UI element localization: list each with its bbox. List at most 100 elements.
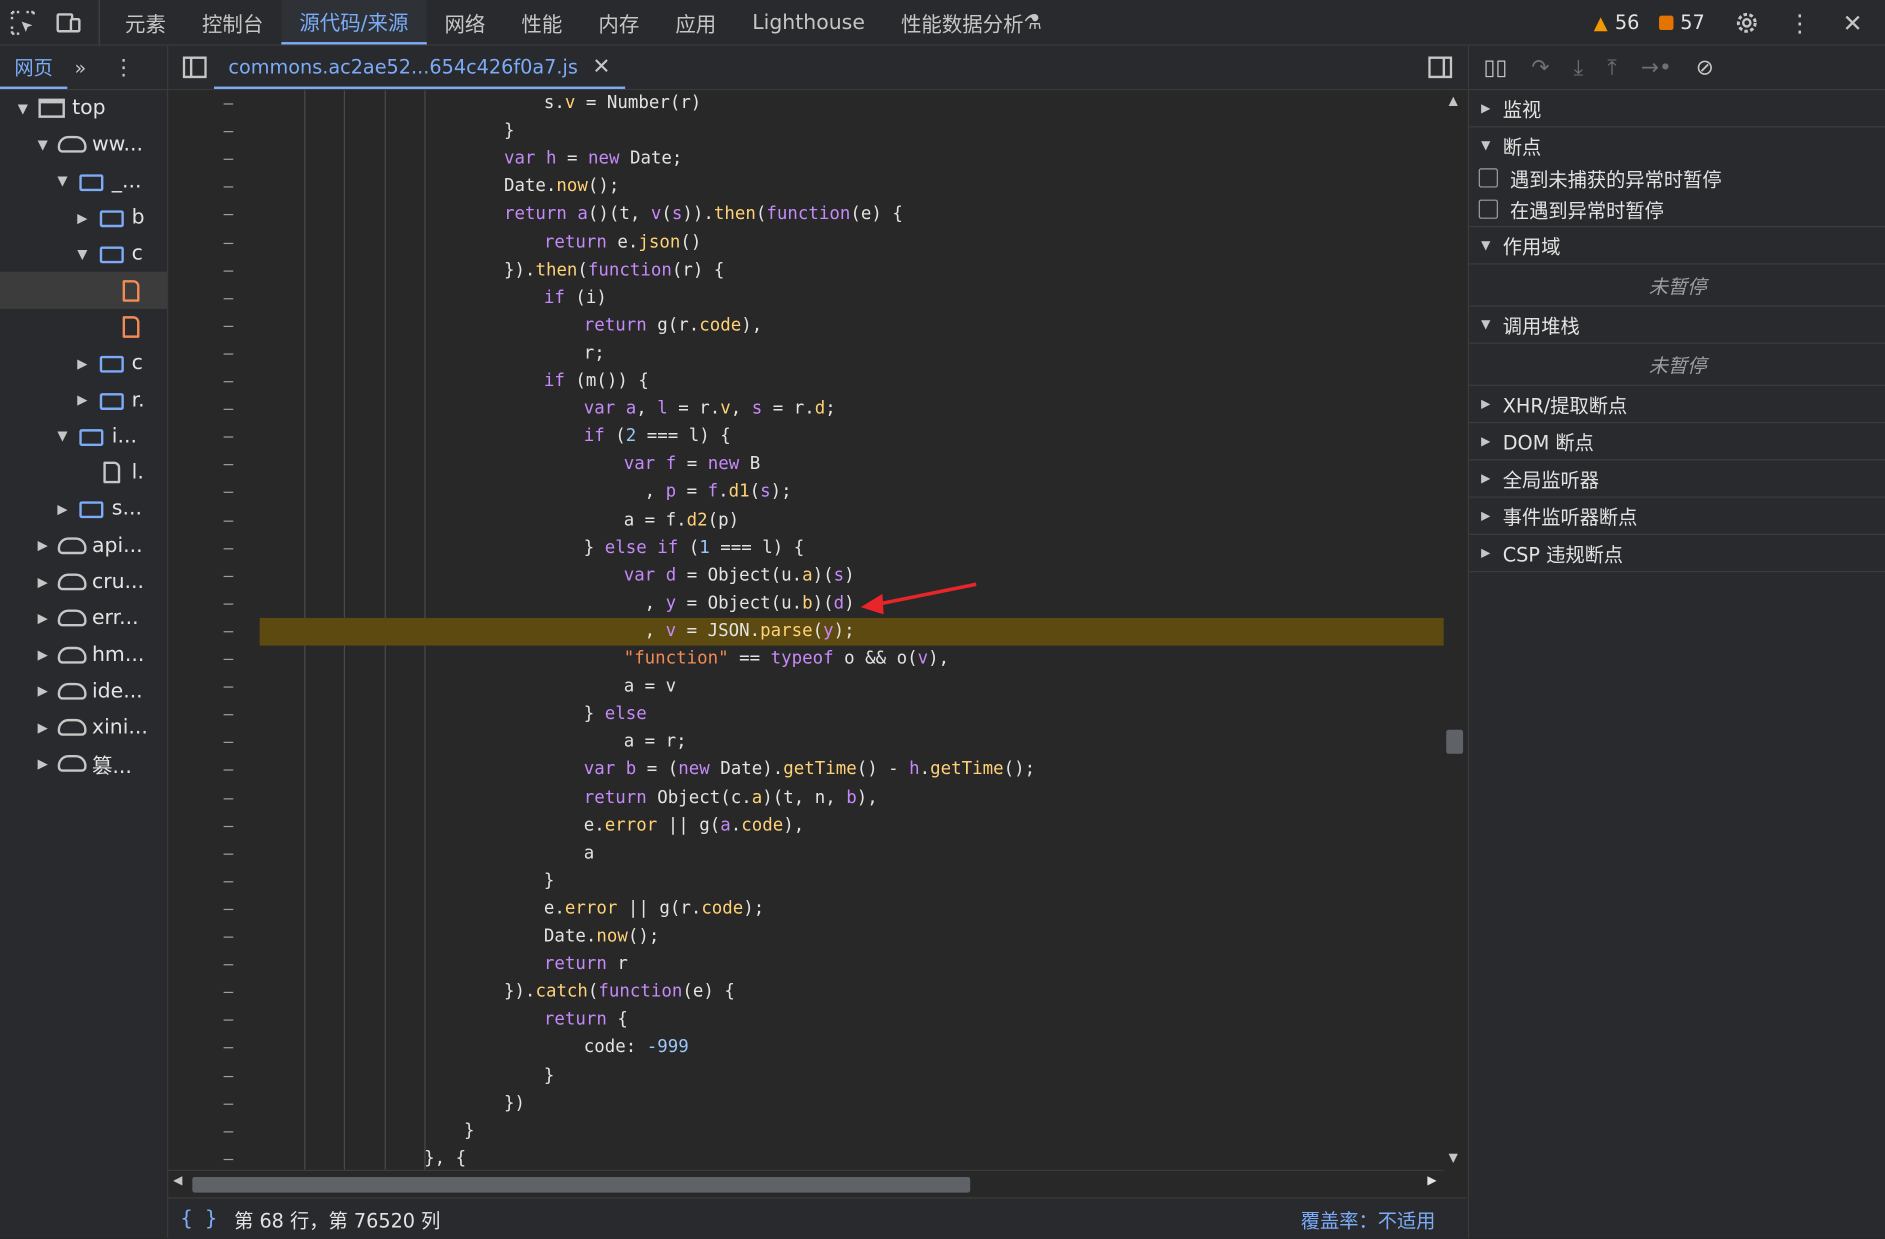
code-line[interactable]: }).catch(function(e) { [504, 979, 1444, 1007]
expanded-triangle-icon[interactable]: ▼ [14, 101, 31, 117]
code-line[interactable]: var b = (new Date).getTime() - h.getTime… [584, 757, 1444, 785]
collapsed-triangle-icon[interactable]: ▶ [34, 610, 51, 626]
code-line[interactable]: } [544, 868, 1444, 896]
tree-item[interactable]: ▼ top [0, 90, 167, 126]
tree-item[interactable]: ▼ c [0, 236, 167, 272]
code-line[interactable]: a = v [624, 673, 1444, 701]
code-line[interactable]: } [544, 1062, 1444, 1090]
section-csp-breakpoints[interactable]: ▶ CSP 违规断点 [1469, 535, 1885, 573]
tab-8[interactable]: 性能数据分析 ⚗ [883, 0, 1060, 44]
more-tabs-icon[interactable]: » [75, 56, 87, 79]
horizontal-scrollbar[interactable]: ◀ ▶ [168, 1169, 1444, 1198]
tree-item[interactable]: ▶ hm... [0, 637, 167, 673]
section-xhr-breakpoints[interactable]: ▶ XHR/提取断点 [1469, 386, 1885, 424]
vertical-scroll-thumb[interactable] [1446, 729, 1464, 754]
section-breakpoints[interactable]: ▼ 断点 [1469, 127, 1885, 163]
code-line[interactable]: var f = new B [624, 451, 1444, 479]
pause-caught-checkbox[interactable]: 在遇到异常时暂停 [1469, 192, 1885, 228]
tree-item[interactable]: ▶ err... [0, 600, 167, 636]
close-devtools-icon[interactable]: ✕ [1830, 0, 1876, 44]
toggle-navigator-icon[interactable] [182, 55, 207, 84]
code-line[interactable]: code: -999 [584, 1034, 1444, 1062]
section-scope[interactable]: ▼ 作用域 [1469, 227, 1885, 265]
tree-item[interactable]: ▼ _... [0, 163, 167, 199]
collapsed-triangle-icon[interactable]: ▶ [34, 647, 51, 663]
tree-item[interactable] [0, 272, 168, 309]
tree-item[interactable]: l. [0, 454, 167, 490]
collapsed-triangle-icon[interactable]: ▶ [34, 538, 51, 554]
code-line[interactable]: return r [544, 951, 1444, 979]
collapsed-triangle-icon[interactable]: ▶ [74, 210, 91, 226]
code-line[interactable]: return g(r.code), [584, 312, 1444, 340]
scroll-left-icon[interactable]: ◀ [173, 1175, 182, 1188]
tree-item[interactable]: ▼ i... [0, 418, 167, 454]
code-line[interactable]: var d = Object(u.a)(s) [624, 562, 1444, 590]
section-callstack[interactable]: ▼ 调用堆栈 [1469, 307, 1885, 344]
navigator-menu-icon[interactable]: ⋮ [113, 55, 135, 80]
code-line[interactable]: var a, l = r.v, s = r.d; [584, 396, 1444, 424]
tab-4[interactable]: 性能 [503, 0, 580, 44]
code-line[interactable]: return Object(c.a)(t, n, b), [584, 784, 1444, 812]
collapsed-triangle-icon[interactable]: ▶ [34, 683, 51, 699]
tab-1[interactable]: 控制台 [184, 0, 281, 44]
code-line[interactable]: , p = f.d1(s); [624, 479, 1444, 507]
tree-item[interactable] [0, 309, 167, 345]
code-line[interactable]: }).then(function(r) { [504, 257, 1444, 285]
tree-item[interactable]: ▶ r. [0, 382, 167, 418]
collapsed-triangle-icon[interactable]: ▶ [34, 574, 51, 590]
expanded-triangle-icon[interactable]: ▼ [74, 246, 91, 262]
expanded-triangle-icon[interactable]: ▼ [54, 428, 71, 444]
code-line[interactable]: }) [504, 1090, 1444, 1118]
tree-item[interactable]: ▶ s... [0, 491, 167, 527]
tab-3[interactable]: 网络 [426, 0, 503, 44]
code-line[interactable]: a [584, 840, 1444, 868]
code-line[interactable]: s.v = Number(r) [544, 90, 1444, 118]
code-line[interactable]: var h = new Date; [504, 146, 1444, 174]
file-tab[interactable]: commons.ac2ae52...654c426f0a7.js ✕ [213, 46, 625, 89]
code-line[interactable]: , y = Object(u.b)(d) [624, 590, 1444, 618]
code-line[interactable]: a = r; [624, 729, 1444, 757]
section-dom-breakpoints[interactable]: ▶ DOM 断点 [1469, 423, 1885, 461]
tree-item[interactable]: ▶ api... [0, 527, 167, 563]
line-gutter[interactable] [168, 90, 258, 1170]
collapsed-triangle-icon[interactable]: ▶ [34, 756, 51, 772]
code-line[interactable]: e.error || g(r.code); [544, 896, 1444, 924]
pause-resume-icon[interactable]: ▯▯ [1484, 55, 1508, 80]
step-icon[interactable]: →• [1641, 55, 1672, 80]
deactivate-breakpoints-icon[interactable]: ⊘ [1696, 55, 1714, 80]
code-line[interactable]: } else if (1 === l) { [584, 534, 1444, 562]
scroll-right-icon[interactable]: ▶ [1427, 1175, 1436, 1188]
toggle-debugger-icon[interactable] [1428, 55, 1453, 84]
section-global-listeners[interactable]: ▶ 全局监听器 [1469, 460, 1885, 498]
code-line[interactable]: e.error || g(a.code), [584, 812, 1444, 840]
scroll-down-icon[interactable]: ▼ [1449, 1152, 1458, 1165]
code-line[interactable]: if (i) [544, 285, 1444, 313]
section-watch[interactable]: ▶ 监视 [1469, 90, 1885, 128]
tab-0[interactable]: 元素 [107, 0, 184, 44]
code-line[interactable]: Date.now(); [504, 173, 1444, 201]
code-line[interactable]: } [464, 1118, 1444, 1146]
tab-6[interactable]: 应用 [657, 0, 734, 44]
more-options-icon[interactable]: ⋮ [1777, 0, 1823, 44]
issues-badge[interactable]: 57 [1658, 11, 1705, 34]
tree-item[interactable]: ▶ 篡... [0, 746, 167, 782]
code-line[interactable]: Date.now(); [544, 923, 1444, 951]
step-over-icon[interactable]: ↷ [1531, 55, 1549, 80]
settings-gear-icon[interactable] [1724, 0, 1770, 44]
pause-uncaught-checkbox[interactable]: 遇到未捕获的异常时暂停 [1469, 163, 1885, 192]
code-line[interactable]: return a()(t, v(s)).then(function(e) { [504, 201, 1444, 229]
collapsed-triangle-icon[interactable]: ▶ [54, 501, 71, 517]
code-line[interactable]: if (2 === l) { [584, 423, 1444, 451]
tree-item[interactable]: ▶ c [0, 345, 167, 381]
close-tab-icon[interactable]: ✕ [592, 53, 610, 78]
code-line[interactable]: if (m()) { [544, 368, 1444, 396]
code-line[interactable]: r; [584, 340, 1444, 368]
checkbox[interactable] [1478, 168, 1498, 188]
tree-item[interactable]: ▶ cru... [0, 564, 167, 600]
tree-item[interactable]: ▶ xini... [0, 709, 167, 745]
checkbox[interactable] [1478, 199, 1498, 219]
expanded-triangle-icon[interactable]: ▼ [34, 137, 51, 153]
collapsed-triangle-icon[interactable]: ▶ [74, 356, 91, 372]
horizontal-scroll-thumb[interactable] [192, 1176, 971, 1193]
section-event-listener-breakpoints[interactable]: ▶ 事件监听器断点 [1469, 498, 1885, 535]
